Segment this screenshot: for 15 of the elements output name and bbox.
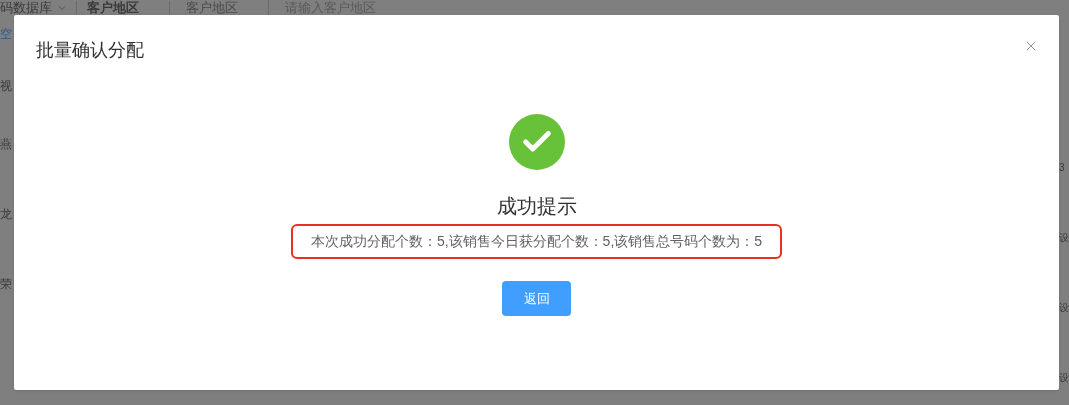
table-cell-text: 视: [0, 78, 12, 95]
table-cell-text: 荣: [0, 276, 12, 293]
table-cell-text: 设: [1059, 301, 1069, 315]
back-button[interactable]: 返回: [502, 281, 571, 316]
table-cell-text: 3: [1059, 161, 1065, 175]
database-select-label: 码数据库: [0, 1, 52, 14]
filter-label: 客户地区: [76, 1, 169, 14]
table-cell-text: 燕: [0, 136, 12, 153]
result-message: 本次成功分配个数：5,该销售今日获分配个数：5,该销售总号码个数为：5: [290, 224, 783, 259]
table-cell-text: 龙: [0, 206, 12, 223]
result-title: 成功提示: [496, 194, 577, 219]
table-cell-text: 设: [1059, 371, 1069, 385]
table-cell-text: 设: [1059, 231, 1069, 245]
dialog-title: 批量确认分配: [36, 39, 144, 62]
table-cell-text: 空: [0, 26, 12, 43]
